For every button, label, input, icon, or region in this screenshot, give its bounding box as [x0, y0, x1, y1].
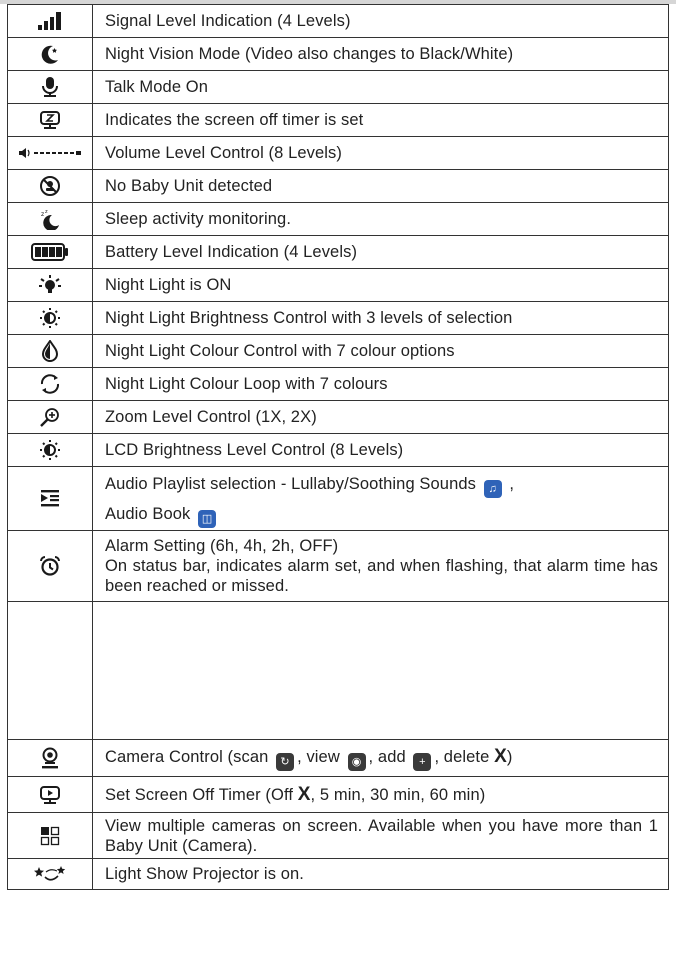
table-row: Audio Playlist selection - Lullaby/Sooth…	[7, 466, 669, 531]
brightness-icon	[40, 308, 60, 328]
row-text: Night Light Colour Loop with 7 colours	[92, 367, 669, 401]
table-row: Indicates the screen off timer is set	[7, 103, 669, 137]
table-row: LCD Brightness Level Control (8 Levels)	[7, 433, 669, 467]
playlist-line-2: Audio Book ◫	[105, 499, 658, 529]
microphone-icon	[42, 77, 58, 97]
row-text: Volume Level Control (8 Levels)	[92, 136, 669, 170]
row-text: LCD Brightness Level Control (8 Levels)	[92, 433, 669, 467]
alarm-clock-icon	[40, 556, 60, 576]
table-row: Signal Level Indication (4 Levels)	[7, 4, 669, 38]
row-text: Light Show Projector is on.	[92, 858, 669, 890]
table-row: View multiple cameras on screen. Availab…	[7, 812, 669, 859]
multi-camera-grid-icon	[40, 826, 60, 845]
table-row: Night Light Brightness Control with 3 le…	[7, 301, 669, 335]
delete-x-mark: X	[494, 745, 507, 767]
alarm-line-2: On status bar, indicates alarm set, and …	[105, 557, 658, 595]
book-icon: ◫	[198, 509, 217, 528]
playlist-icon	[41, 490, 59, 507]
empty-row	[7, 601, 669, 740]
volume-level-icon	[19, 147, 81, 158]
table-row: Light Show Projector is on.	[7, 858, 669, 890]
table-row: Night Light is ON	[7, 268, 669, 302]
colour-loop-icon	[40, 374, 60, 394]
svg-text:z: z	[41, 211, 44, 218]
table-row: Alarm Setting (6h, 4h, 2h, OFF) On statu…	[7, 530, 669, 602]
table-row: Zoom Level Control (1X, 2X)	[7, 400, 669, 434]
row-text: Night Light is ON	[92, 268, 669, 302]
row-text: Sleep activity monitoring.	[92, 202, 669, 236]
night-light-bulb-icon	[39, 275, 61, 293]
row-text: Signal Level Indication (4 Levels)	[92, 4, 669, 38]
row-text: Night Light Brightness Control with 3 le…	[92, 301, 669, 335]
screen-off-timer-icon	[40, 111, 60, 129]
table-row: Talk Mode On	[7, 70, 669, 104]
row-text: Night Light Colour Control with 7 colour…	[92, 334, 669, 368]
lcd-brightness-icon	[40, 440, 60, 460]
plus-icon: +	[413, 752, 432, 771]
row-text: View multiple cameras on screen. Availab…	[92, 812, 669, 859]
off-x-mark: X	[297, 783, 311, 805]
table-row: Camera Control (scan ↻, view ◉, add +, d…	[7, 739, 669, 777]
battery-level-icon	[31, 242, 68, 261]
table-row: z z Sleep activity monitoring.	[7, 202, 669, 236]
row-text: Zoom Level Control (1X, 2X)	[92, 400, 669, 434]
icon-legend-table: Signal Level Indication (4 Levels) Night…	[7, 4, 669, 890]
alarm-line-1: Alarm Setting (6h, 4h, 2h, OFF)	[105, 537, 339, 555]
signal-level-icon	[38, 12, 61, 30]
camera-icon	[42, 747, 58, 769]
scan-icon: ↻	[276, 752, 295, 771]
colour-drop-icon	[41, 340, 59, 362]
screen-timer-icon	[40, 785, 60, 804]
music-note-icon: ♫	[483, 479, 502, 498]
row-text: Indicates the screen off timer is set	[92, 103, 669, 137]
no-baby-unit-icon	[40, 176, 60, 196]
table-row: Night Vision Mode (Video also changes to…	[7, 37, 669, 71]
table-row: Set Screen Off Timer (Off X, 5 min, 30 m…	[7, 776, 669, 813]
svg-text:z: z	[45, 209, 48, 215]
table-row: Volume Level Control (8 Levels)	[7, 136, 669, 170]
light-show-stars-icon	[34, 865, 66, 881]
row-text: Battery Level Indication (4 Levels)	[92, 235, 669, 269]
table-row: Night Light Colour Loop with 7 colours	[7, 367, 669, 401]
zoom-icon	[40, 408, 59, 427]
eye-icon: ◉	[347, 752, 366, 771]
night-vision-moon-icon	[41, 45, 58, 64]
playlist-line-1: Audio Playlist selection - Lullaby/Sooth…	[105, 469, 658, 499]
table-row: No Baby Unit detected	[7, 169, 669, 203]
row-text: Talk Mode On	[92, 70, 669, 104]
table-row: Night Light Colour Control with 7 colour…	[7, 334, 669, 368]
row-text: Night Vision Mode (Video also changes to…	[92, 37, 669, 71]
table-row: Battery Level Indication (4 Levels)	[7, 235, 669, 269]
sleep-activity-icon: z z	[41, 209, 59, 230]
row-text: No Baby Unit detected	[92, 169, 669, 203]
